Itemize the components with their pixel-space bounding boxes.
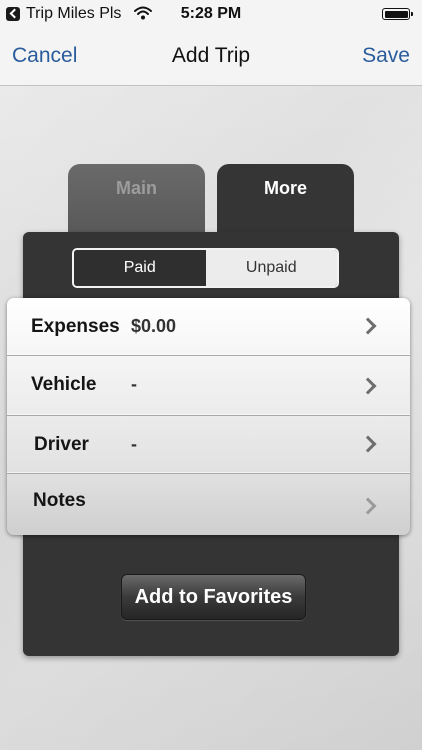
segment-paid[interactable]: Paid	[74, 250, 206, 286]
status-time: 5:28 PM	[180, 5, 242, 22]
row-label: Vehicle	[31, 374, 97, 395]
save-button[interactable]: Save	[362, 44, 410, 68]
segment-unpaid[interactable]: Unpaid	[205, 250, 337, 286]
row-label: Driver	[34, 434, 89, 455]
chevron-right-icon	[359, 497, 377, 515]
list-item-vehicle[interactable]: Vehicle -	[7, 356, 410, 416]
row-value: $0.00	[131, 316, 177, 336]
list-item-driver[interactable]: Driver -	[7, 416, 410, 474]
payment-status-segmented-control: Paid Unpaid	[72, 248, 339, 288]
list-item-expenses[interactable]: Expenses $0.00	[7, 298, 410, 356]
add-to-favorites-button[interactable]: Add to Favorites	[121, 574, 306, 620]
chevron-right-icon	[359, 435, 377, 453]
row-value: -	[131, 374, 137, 394]
row-label: Notes	[33, 490, 86, 511]
tab-more[interactable]: More	[217, 164, 354, 240]
tab-main[interactable]: Main	[68, 164, 205, 240]
chevron-right-icon	[359, 317, 377, 335]
page-title: Add Trip	[171, 44, 251, 67]
row-value: -	[131, 434, 137, 454]
navigation-bar: Cancel Add Trip Save	[0, 30, 422, 86]
details-list: Expenses $0.00 Vehicle - Driver - Notes	[7, 298, 410, 535]
status-bar: Trip Miles Pls 5:28 PM	[0, 0, 422, 30]
chevron-right-icon	[359, 377, 377, 395]
list-item-notes[interactable]: Notes	[7, 474, 410, 535]
row-label: Expenses	[31, 316, 120, 337]
battery-icon	[382, 8, 413, 20]
